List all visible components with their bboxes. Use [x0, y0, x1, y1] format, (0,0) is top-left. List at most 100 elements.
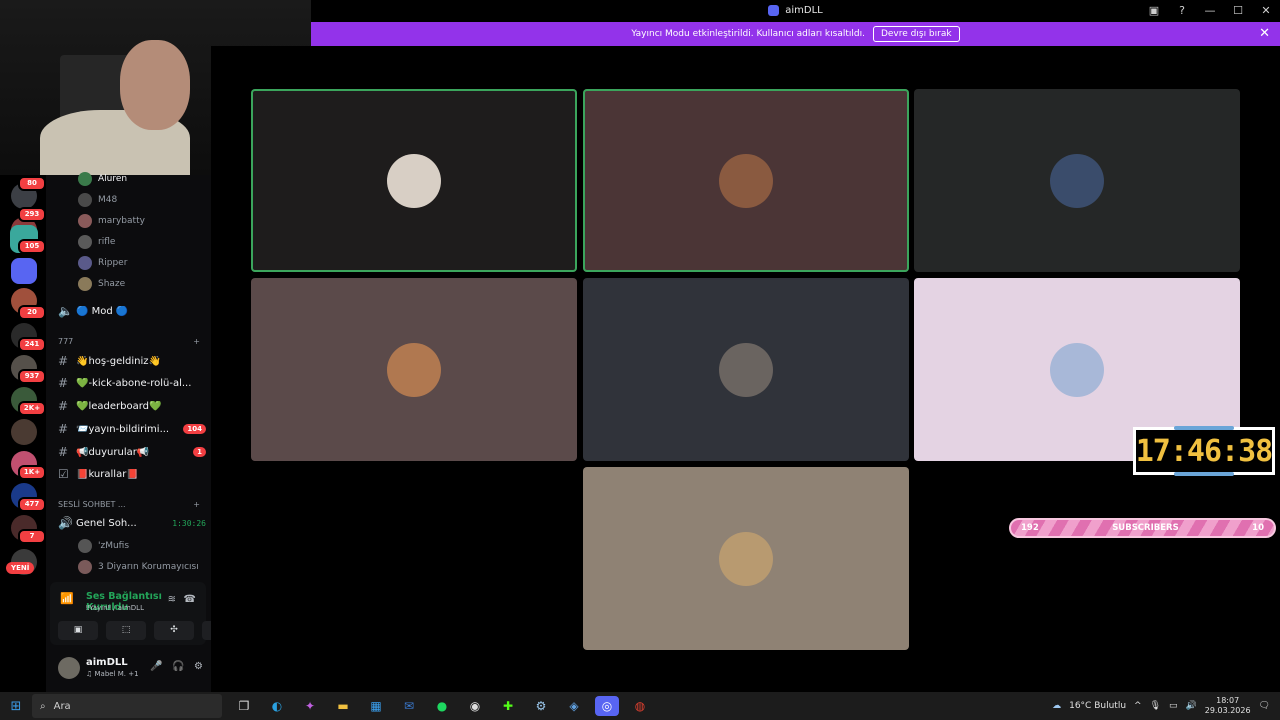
voice-channel-mod[interactable]: 🔈 🔵 Mod 🔵 [58, 302, 206, 320]
speaker-icon: 🔊 [58, 516, 73, 530]
maximize-button[interactable]: ☐ [1224, 0, 1252, 21]
clock-date[interactable]: 18:07 29.03.2026 [1205, 696, 1251, 716]
kick-icon[interactable]: ✚ [496, 696, 520, 716]
volume-icon[interactable]: 🔊 [1186, 701, 1197, 711]
noise-suppression-icon[interactable]: ≋ [168, 594, 176, 605]
voice-user-name: marybatty [98, 216, 145, 226]
tray-overflow-icon[interactable]: ^ [1134, 701, 1142, 711]
avatar [78, 560, 92, 574]
voice-user[interactable]: 'zMufis [78, 539, 129, 553]
avatar[interactable] [58, 657, 80, 679]
file-explorer-icon[interactable]: ▬ [331, 696, 355, 716]
minimize-button[interactable]: — [1196, 0, 1224, 21]
cloud-icon: ☁ [1052, 701, 1062, 711]
voice-category-header[interactable]: SESLİ SOHBET ... + [58, 500, 200, 509]
hash-icon: # [58, 422, 69, 436]
channel-name: Genel Soh... [76, 517, 137, 529]
user-status: ♫ Mabel M. +1 [86, 670, 139, 678]
participant-avatar [719, 342, 773, 397]
mention-badge: 2K+ [18, 401, 46, 416]
channel-name: 🔵 Mod 🔵 [76, 305, 129, 317]
username[interactable]: aimDLL [86, 657, 128, 668]
text-channel[interactable]: # 💚leaderboard💚 [58, 397, 206, 415]
steam-icon[interactable]: ⚙ [529, 696, 553, 716]
voice-user-name: M48 [98, 195, 118, 205]
spotify-icon[interactable]: ● [430, 696, 454, 716]
text-channel[interactable]: # 💚-kick-abone-rolü-al... [58, 374, 206, 392]
channel-name: 👋hoş-geldiniz👋 [76, 355, 161, 367]
activities-button[interactable]: ✣ [154, 621, 194, 640]
text-channel[interactable]: # 👋hoş-geldiniz👋 [58, 352, 206, 370]
folder-icon[interactable] [11, 258, 37, 284]
edge-icon[interactable]: ◐ [265, 696, 289, 716]
subs-current: 192 [1021, 523, 1039, 533]
server-icon[interactable] [11, 419, 37, 445]
add-channel-icon[interactable]: + [193, 337, 200, 346]
mention-badge: 293 [18, 207, 46, 222]
close-button[interactable]: ✕ [1252, 0, 1280, 21]
participant-tile[interactable] [583, 467, 909, 650]
weather-text[interactable]: 16°C Bulutlu [1069, 701, 1126, 711]
voice-user[interactable]: rifle [78, 235, 115, 249]
discord-icon[interactable]: ◎ [595, 696, 619, 716]
inbox-icon[interactable]: ▣ [1140, 0, 1168, 21]
participant-tile[interactable] [251, 89, 577, 272]
help-icon[interactable]: ? [1168, 0, 1196, 21]
subscriber-goal-bar: 192 SUBSCRIBERS 10 [1009, 518, 1276, 538]
voice-user-name: Shaze [98, 279, 126, 289]
text-channel[interactable]: # 📢duyurular📢 1 [58, 443, 206, 461]
disable-streamer-mode-button[interactable]: Devre dışı bırak [872, 26, 960, 42]
unread-count: 1 [193, 447, 206, 457]
add-channel-icon[interactable]: + [193, 500, 200, 509]
banner-close-icon[interactable]: ✕ [1259, 26, 1270, 41]
window-title: aimDLL [785, 5, 823, 16]
voice-user-name: 'zMufis [98, 541, 130, 551]
time: 18:07 [1216, 696, 1240, 705]
channel-sidebar: Aluren M48 marybatty rifle Ripper Shaze … [46, 172, 242, 692]
microphone-icon[interactable]: 🎤 [150, 661, 162, 672]
windows-start-icon[interactable]: ⊞ [0, 699, 32, 714]
notifications-icon[interactable]: 🗨 [1259, 701, 1270, 711]
voice-status-subtitle[interactable]: ‼Yayın‼ / aimDLL [86, 604, 144, 612]
app-icon[interactable]: ◈ [562, 696, 586, 716]
signal-icon: 📶 [60, 592, 74, 605]
voice-channel[interactable]: 🔊 Genel Soh... 1:30:26 [58, 514, 206, 532]
screen-share-button[interactable]: ⬚ [106, 621, 146, 640]
task-view-icon[interactable]: ❐ [232, 696, 256, 716]
disconnect-icon[interactable]: ☎ [184, 594, 196, 605]
chrome-icon[interactable]: ◍ [628, 696, 652, 716]
copilot-icon[interactable]: ✦ [298, 696, 322, 716]
participant-tile[interactable] [583, 278, 909, 461]
channel-name: 💚-kick-abone-rolü-al... [76, 377, 192, 389]
clock-tab [1174, 426, 1234, 430]
camera-toggle-button[interactable]: ▣ [58, 621, 98, 640]
store-icon[interactable]: ▦ [364, 696, 388, 716]
text-channel[interactable]: # 📨yayın-bildirimi... 104 [58, 420, 206, 438]
participant-tile[interactable] [914, 89, 1240, 272]
mail-icon[interactable]: ✉ [397, 696, 421, 716]
participant-avatar [719, 531, 773, 586]
mention-badge: 241 [18, 337, 46, 352]
settings-gear-icon[interactable]: ⚙ [194, 661, 203, 672]
participant-tile[interactable] [583, 89, 909, 272]
taskbar-search[interactable]: ⌕ Ara [32, 694, 222, 718]
mention-badge: 20 [18, 305, 46, 320]
voice-user[interactable]: Ripper [78, 256, 127, 270]
voice-user[interactable]: Shaze [78, 277, 125, 291]
voice-user[interactable]: marybatty [78, 214, 145, 228]
voice-user[interactable]: Aluren [78, 172, 127, 186]
category-header[interactable]: 777 + [58, 337, 200, 346]
voice-user[interactable]: 3 Diyarın Korumayıcısı [78, 560, 199, 574]
participant-tile[interactable] [251, 278, 577, 461]
microphone-icon[interactable]: 🎙 [1150, 701, 1161, 711]
stream-clock: 17:46:38 [1133, 426, 1275, 476]
avatar [78, 214, 92, 228]
network-icon[interactable]: ▭ [1169, 701, 1178, 711]
voice-user[interactable]: M48 [78, 193, 117, 207]
subs-goal: 10 [1252, 523, 1264, 533]
text-channel[interactable]: ☑ 📕kurallar📕 [58, 465, 206, 483]
system-tray: ☁ 16°C Bulutlu ^ 🎙 ▭ 🔊 18:07 29.03.2026 🗨 [1052, 692, 1280, 720]
voice-user-name: 3 Diyarın Korumayıcısı [98, 562, 199, 572]
headphones-icon[interactable]: 🎧 [172, 661, 184, 672]
obs-icon[interactable]: ◉ [463, 696, 487, 716]
